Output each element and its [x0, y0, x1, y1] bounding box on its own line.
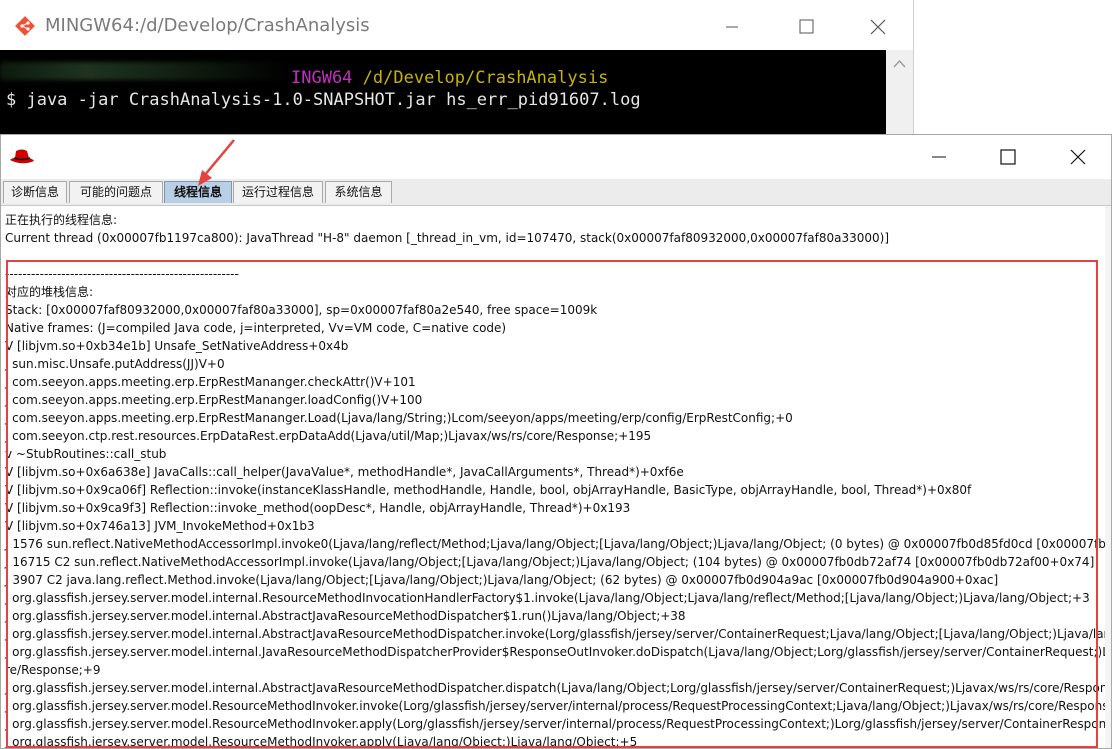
- stack-frame-line: j org.glassfish.jersey.server.model.Reso…: [5, 717, 1106, 731]
- stack-frame-line: j org.glassfish.jersey.server.model.inte…: [5, 645, 1106, 659]
- stack-frame-line: v ~StubRoutines::call_stub: [5, 447, 167, 461]
- git-logo-icon: [15, 16, 35, 36]
- stack-header: 对应的堆栈信息:: [5, 285, 94, 299]
- stack-frame-line: re/Response;+9: [5, 663, 101, 677]
- current-thread-text: Current thread (0x00007fb1197ca800): Jav…: [5, 231, 890, 245]
- stack-frame-line: j org.glassfish.jersey.server.model.Reso…: [5, 735, 638, 748]
- terminal-command: $ java -jar CrashAnalysis-1.0-SNAPSHOT.j…: [6, 90, 641, 110]
- stack-frame-line: Native frames: (J=compiled Java code, j=…: [5, 321, 507, 335]
- close-icon[interactable]: [1056, 143, 1100, 171]
- prompt-host: INGW64: [291, 68, 353, 88]
- stack-frame-line: V [libjvm.so+0x6a638e] JavaCalls::call_h…: [5, 465, 684, 479]
- terminal-titlebar[interactable]: MINGW64:/d/Develop/CrashAnalysis: [0, 0, 913, 50]
- red-arrow-annotation: [198, 139, 235, 186]
- minimize-icon[interactable]: [712, 12, 752, 42]
- thread-info-panel[interactable]: 正在执行的线程信息: Current thread (0x00007fb1197…: [1, 206, 1106, 748]
- app-titlebar[interactable]: [1, 135, 1111, 179]
- tab-system-info[interactable]: 系统信息: [325, 181, 392, 203]
- stack-frame-line: j com.seeyon.apps.meeting.erp.ErpRestMan…: [5, 411, 793, 425]
- current-thread-header: 正在执行的线程信息:: [5, 213, 118, 227]
- stack-frame-line: j org.glassfish.jersey.server.model.inte…: [5, 627, 1106, 641]
- tab-strip: 诊断信息 可能的问题点 线程信息 运行过程信息 系统信息: [1, 179, 1111, 206]
- scroll-up-icon[interactable]: [886, 50, 913, 76]
- stack-frame-line: J 1576 sun.reflect.NativeMethodAccessorI…: [5, 537, 1106, 551]
- terminal-window: MINGW64:/d/Develop/CrashAnalysis INGW64 …: [0, 0, 914, 150]
- stack-frame-line: V [libjvm.so+0x9ca06f] Reflection::invok…: [5, 483, 972, 497]
- stack-frame-line: j org.glassfish.jersey.server.model.inte…: [5, 681, 1106, 695]
- stack-frame-line: j org.glassfish.jersey.server.model.inte…: [5, 609, 686, 623]
- close-icon[interactable]: [858, 12, 898, 42]
- maximize-icon[interactable]: [986, 143, 1030, 171]
- stack-frame-line: V [libjvm.so+0x746a13] JVM_InvokeMethod+…: [5, 519, 315, 533]
- stack-frame-line: j org.glassfish.jersey.server.model.inte…: [5, 591, 1090, 605]
- minimize-icon[interactable]: [917, 143, 961, 171]
- content-scrollbar[interactable]: [1105, 206, 1111, 748]
- stack-frame-line: j sun.misc.Unsafe.putAddress(JJ)V+0: [5, 357, 225, 371]
- stack-frame-line: V [libjvm.so+0x9ca9f3] Reflection::invok…: [5, 501, 631, 515]
- stack-frame-line: J 16715 C2 sun.reflect.NativeMethodAcces…: [5, 555, 1095, 569]
- maximize-icon[interactable]: [786, 12, 826, 42]
- stack-frame-line: j com.seeyon.apps.meeting.erp.ErpRestMan…: [5, 375, 416, 389]
- separator-line: ----------------------------------------…: [5, 267, 239, 281]
- tab-possible-issues[interactable]: 可能的问题点: [69, 181, 163, 203]
- stack-frame-line: j com.seeyon.apps.meeting.erp.ErpRestMan…: [5, 393, 423, 407]
- tab-diagnosis[interactable]: 诊断信息: [3, 181, 67, 203]
- stack-frame-line: j org.glassfish.jersey.server.model.Reso…: [5, 699, 1106, 713]
- stack-frame-line: J 3907 C2 java.lang.reflect.Method.invok…: [5, 573, 999, 587]
- terminal-prompt: INGW64 /d/Develop/CrashAnalysis: [291, 68, 608, 88]
- stack-frame-line: Stack: [0x00007faf80932000,0x00007faf80a…: [5, 303, 598, 317]
- stack-frame-line: j com.seeyon.ctp.rest.resources.ErpDataR…: [5, 429, 652, 443]
- prompt-path: /d/Develop/CrashAnalysis: [362, 68, 609, 88]
- redhat-logo-icon: [10, 149, 34, 164]
- tab-runtime-process[interactable]: 运行过程信息: [233, 181, 323, 203]
- stack-frame-line: V [libjvm.so+0xb34e1b] Unsafe_SetNativeA…: [5, 339, 349, 353]
- terminal-title: MINGW64:/d/Develop/CrashAnalysis: [45, 15, 370, 36]
- blurred-user-host: [0, 62, 290, 80]
- app-window: 诊断信息 可能的问题点 线程信息 运行过程信息 系统信息 正在执行的线程信息: …: [0, 134, 1112, 749]
